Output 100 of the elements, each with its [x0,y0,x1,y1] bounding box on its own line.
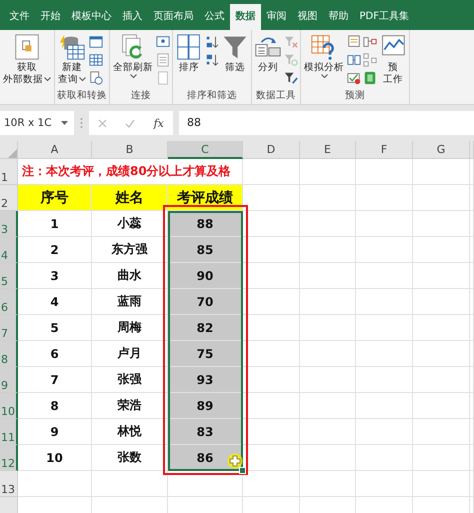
reapply-filter-icon [284,53,298,67]
table-cell: 蓝雨 [92,289,168,315]
fill-handle[interactable] [239,467,246,474]
ribbon-tab[interactable]: 页面布局 [148,4,199,30]
ribbon-button[interactable]: 新建 查询 [57,32,87,88]
empty-cell [413,263,470,289]
close-icon[interactable] [98,118,108,128]
table-cell: 75 [168,341,243,367]
empty-cell [300,419,356,445]
empty-cell [413,419,470,445]
column-header[interactable]: E [300,141,356,159]
document-icon [14,34,40,60]
ribbon-tab[interactable]: PDF工具集 [354,4,414,30]
dropdown-arrow-icon [61,121,68,125]
empty-cell [356,185,413,211]
ribbon-button[interactable]: 获取 外部数据 [2,32,52,88]
empty-cell [300,445,356,471]
ribbon-tab[interactable]: 公式 [199,4,230,30]
empty-cell [300,159,356,185]
ribbon-tab[interactable]: 开始 [35,4,66,30]
column-header[interactable]: C [168,141,243,159]
empty-cell [413,367,470,393]
empty-cell [356,341,413,367]
table-cell: 93 [168,367,243,393]
ribbon-tab[interactable]: 文件 [4,4,35,30]
row-header[interactable]: 12 [0,445,18,471]
select-all-corner[interactable] [0,141,18,159]
empty-cell [413,445,470,471]
insert-function-button[interactable]: fx [154,116,164,130]
row-header[interactable]: 11 [0,419,18,445]
table-cell: 90 [168,263,243,289]
table-icon [89,35,103,49]
table-cell: 卢月 [92,341,168,367]
row-header[interactable]: 13 [0,471,18,497]
group-label: 数据工具 [255,89,297,103]
ribbon-tab[interactable]: 帮助 [323,4,354,30]
header-cell: 序号 [18,185,92,211]
corner-triangle-icon [8,149,17,158]
sort-descending-icon [205,53,219,67]
ribbon-button[interactable]: 预 工作 [379,32,407,88]
empty-cell [356,471,413,497]
row-header[interactable]: 3 [0,211,18,237]
empty-cell [300,341,356,367]
table-cell: 林悦 [92,419,168,445]
check-icon[interactable] [125,118,136,128]
empty-cell [356,367,413,393]
empty-cell [356,393,413,419]
empty-cell [300,237,356,263]
grip-icon [80,117,83,129]
empty-cell [356,289,413,315]
empty-cell [356,211,413,237]
header-cell: 考评成绩 [168,185,243,211]
group-label: 获取和转换 [57,89,107,103]
table-cell: 83 [168,419,243,445]
header-cell: 姓名 [92,185,168,211]
name-box[interactable]: 10R x 1C [0,111,74,135]
table-cell: 周梅 [92,315,168,341]
ribbon-button[interactable]: 全部刷新 [112,32,154,81]
row-header[interactable]: 8 [0,341,18,367]
table-icon [89,53,103,67]
table-cell: 1 [18,211,92,237]
column-header[interactable]: F [356,141,413,159]
empty-cell [413,237,470,263]
empty-cell [356,419,413,445]
empty-cell [300,367,356,393]
ribbon-tab[interactable]: 数据 [230,4,261,30]
ribbon-tab[interactable]: 插入 [117,4,148,30]
group-label: 连接 [130,89,152,103]
table-cell: 10 [18,445,92,471]
row-header[interactable]: 4 [0,237,18,263]
table-cell: 9 [18,419,92,445]
ribbon-tab[interactable]: 模板中心 [66,4,117,30]
ribbon-button[interactable]: 分列 [254,32,282,76]
empty-cell [300,263,356,289]
ribbon-tab[interactable]: 视图 [292,4,323,30]
column-header[interactable]: B [92,141,168,159]
database-table-icon [59,34,85,60]
sort-ascending-icon [205,35,219,49]
table-cell: 7 [18,367,92,393]
row-header[interactable]: 7 [0,315,18,341]
table-cell: 82 [168,315,243,341]
table-cell: 85 [168,237,243,263]
empty-cell [413,185,470,211]
table-cell: 5 [18,315,92,341]
row-header[interactable]: 1 [0,159,18,185]
empty-cell [300,185,356,211]
ribbon-button[interactable]: 排序 [175,32,203,76]
row-header[interactable]: 9 [0,367,18,393]
row-header[interactable]: 10 [0,393,18,419]
column-header[interactable]: D [243,141,300,159]
column-header[interactable]: G [413,141,470,159]
column-header[interactable]: A [18,141,92,159]
ribbon-button[interactable]: 模拟分析 [303,32,345,81]
row-header[interactable]: 5 [0,263,18,289]
formula-input[interactable]: 88 [179,111,474,135]
ribbon-button[interactable]: 筛选 [221,32,249,76]
table-cell: 3 [18,263,92,289]
row-header[interactable]: 6 [0,289,18,315]
row-header[interactable]: 2 [0,185,18,211]
ribbon-tab[interactable]: 审阅 [261,4,292,30]
